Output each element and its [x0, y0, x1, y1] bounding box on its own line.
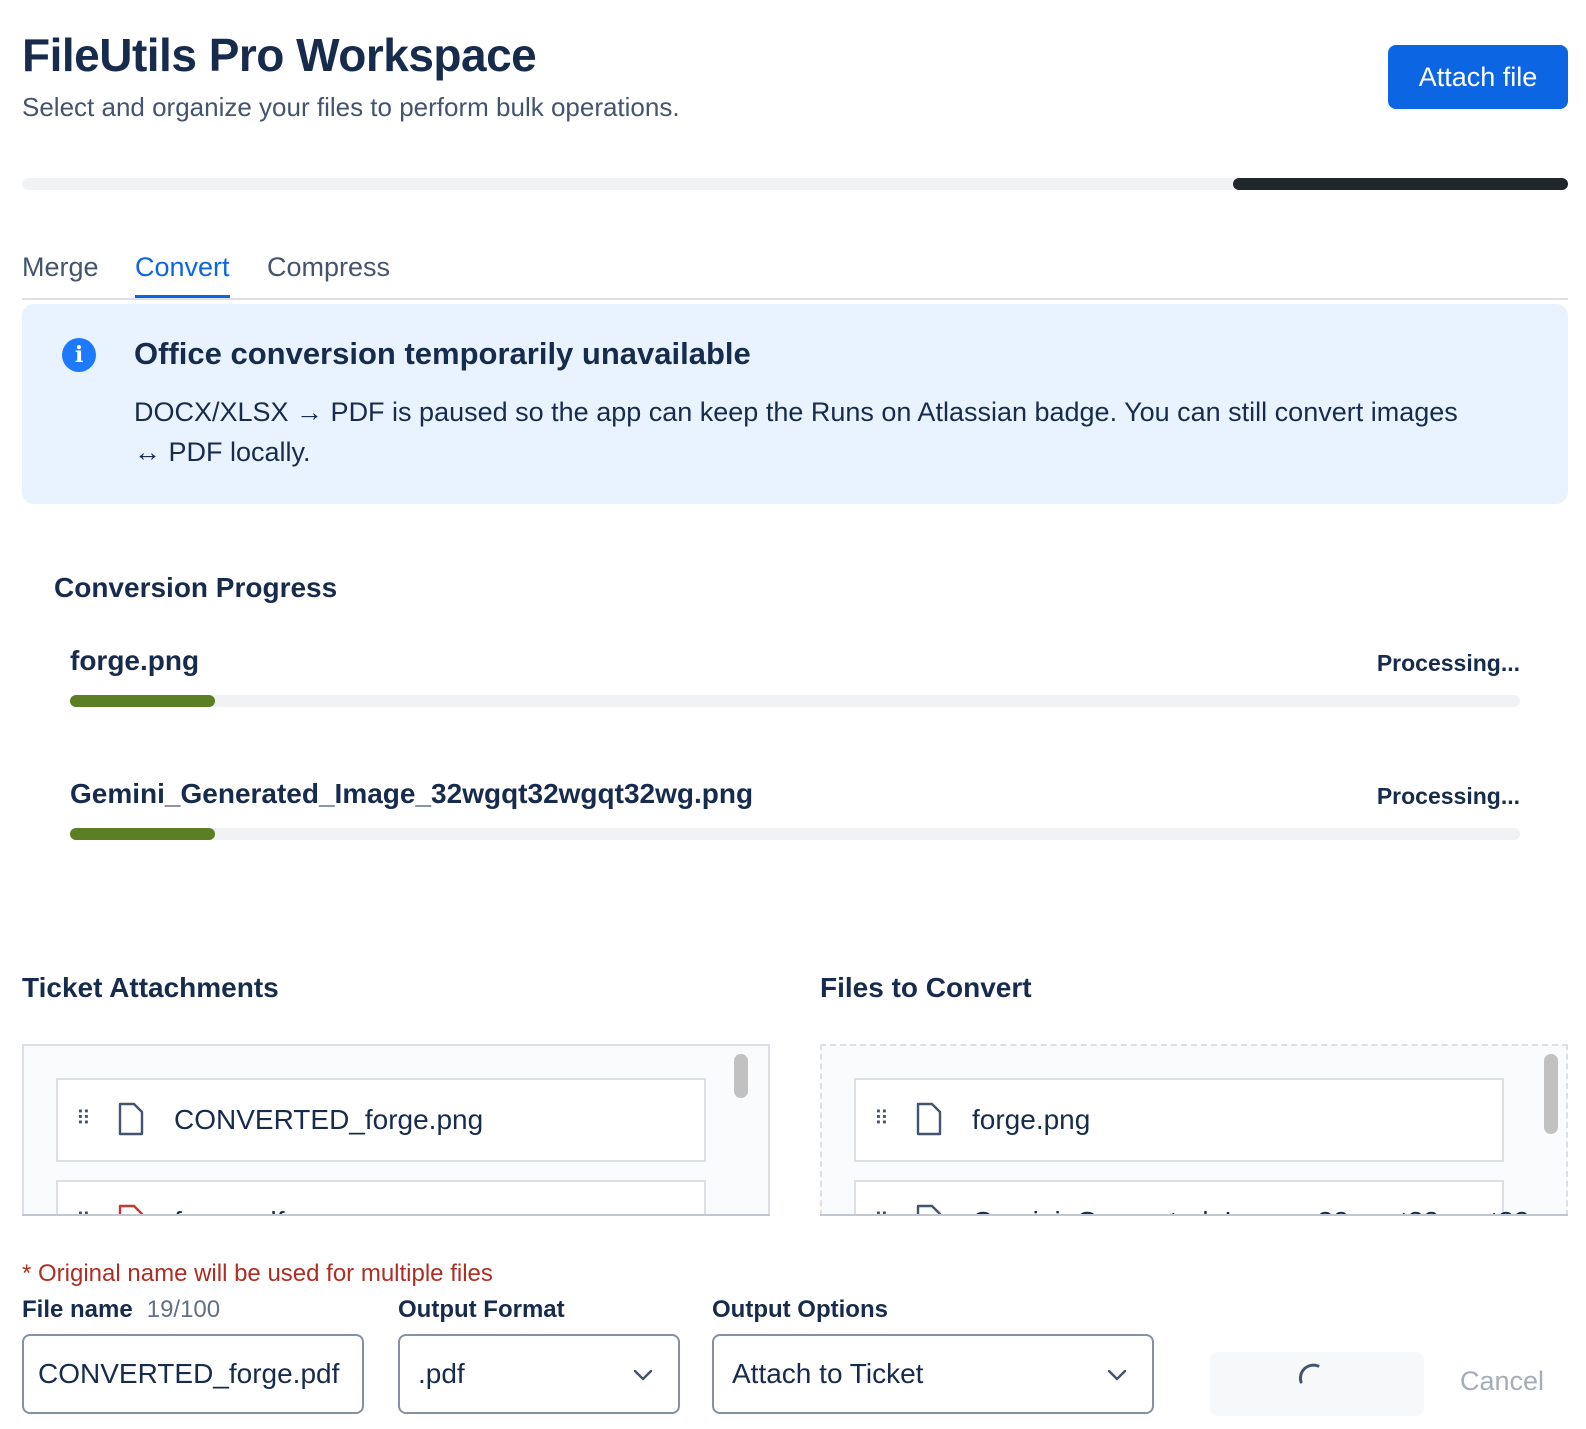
step-progress-fill: [1233, 178, 1568, 190]
file-name-label-text: File name: [22, 1296, 133, 1323]
info-icon: i: [62, 338, 96, 372]
attachments-scrollbar[interactable]: [734, 1054, 748, 1098]
progress-bar-fill: [70, 828, 215, 840]
page-subtitle: Select and organize your files to perfor…: [22, 92, 680, 122]
convert-file-name: forge.png: [972, 1104, 1091, 1135]
progress-status: Processing...: [1376, 783, 1520, 809]
ticket-attachments-list[interactable]: ⠿ CONVERTED_forge.png ⠿ forge.pdf: [22, 1044, 770, 1216]
file-name-counter: 19/100: [146, 1296, 221, 1323]
output-format-label: Output Format: [398, 1296, 565, 1323]
output-format-select[interactable]: .pdf: [398, 1334, 680, 1414]
tab-convert[interactable]: Convert: [135, 252, 230, 298]
info-banner: i Office conversion temporarily unavaila…: [22, 304, 1568, 504]
ticket-attachments-heading: Ticket Attachments: [22, 972, 279, 1003]
attachments-list-edge: [22, 1214, 770, 1216]
progress-item: forge.png Processing...: [70, 645, 1520, 715]
progress-bar-track: [70, 695, 1520, 707]
progress-bar-fill: [70, 695, 215, 707]
convert-list-edge: [820, 1214, 1568, 1216]
output-options-select[interactable]: Attach to Ticket: [712, 1334, 1154, 1414]
file-name-value: CONVERTED_forge.pdf: [38, 1358, 340, 1389]
files-to-convert-heading: Files to Convert: [820, 972, 1032, 1003]
output-options-value: Attach to Ticket: [732, 1358, 924, 1389]
drag-handle-icon[interactable]: ⠿: [874, 1108, 889, 1130]
page-title: FileUtils Pro Workspace: [22, 29, 537, 81]
convert-item[interactable]: ⠿ Gemini_Generated_Image_32wgqt32wgqt32w…: [854, 1180, 1566, 1216]
progress-file-name: forge.png: [70, 645, 200, 676]
file-name-label: File name 19/100: [22, 1296, 220, 1324]
drag-handle-icon[interactable]: ⠿: [76, 1108, 91, 1130]
convert-button-loading[interactable]: [1210, 1352, 1424, 1416]
attachment-item[interactable]: ⠿ CONVERTED_forge.png: [56, 1078, 706, 1162]
progress-heading: Conversion Progress: [54, 572, 338, 603]
banner-body: DOCX/XLSX → PDF is paused so the app can…: [134, 397, 1458, 467]
progress-file-name: Gemini_Generated_Image_32wgqt32wgqt32wg.…: [70, 778, 754, 809]
progress-status: Processing...: [1376, 650, 1520, 676]
file-icon: [916, 1102, 942, 1136]
banner-title: Office conversion temporarily unavailabl…: [134, 336, 751, 371]
tab-compress[interactable]: Compress: [267, 252, 390, 298]
attach-file-button[interactable]: Attach file: [1388, 45, 1568, 109]
output-format-value: .pdf: [418, 1358, 465, 1389]
operation-tabs: Merge Convert Compress: [22, 248, 1568, 300]
file-name-input[interactable]: CONVERTED_forge.pdf: [22, 1334, 364, 1414]
progress-bar-track: [70, 828, 1520, 840]
progress-item: Gemini_Generated_Image_32wgqt32wgqt32wg.…: [70, 778, 1520, 848]
file-icon: [118, 1102, 144, 1136]
cancel-button[interactable]: Cancel: [1460, 1366, 1544, 1397]
files-to-convert-dropzone[interactable]: ⠿ forge.png ⠿ Gemini_Generated_Image_32w…: [820, 1044, 1568, 1216]
chevron-down-icon: [633, 1369, 653, 1381]
attachment-item[interactable]: ⠿ forge.pdf: [56, 1180, 706, 1216]
output-options-label: Output Options: [712, 1296, 888, 1323]
convert-scrollbar[interactable]: [1544, 1054, 1558, 1134]
step-progress-track: [22, 178, 1568, 190]
chevron-down-icon: [1107, 1369, 1127, 1381]
convert-item[interactable]: ⠿ forge.png: [854, 1078, 1504, 1162]
attachment-file-name: CONVERTED_forge.png: [174, 1104, 484, 1135]
loading-spinner-icon: [1298, 1363, 1320, 1384]
file-name-note: * Original name will be used for multipl…: [22, 1260, 493, 1287]
tab-merge[interactable]: Merge: [22, 252, 99, 298]
